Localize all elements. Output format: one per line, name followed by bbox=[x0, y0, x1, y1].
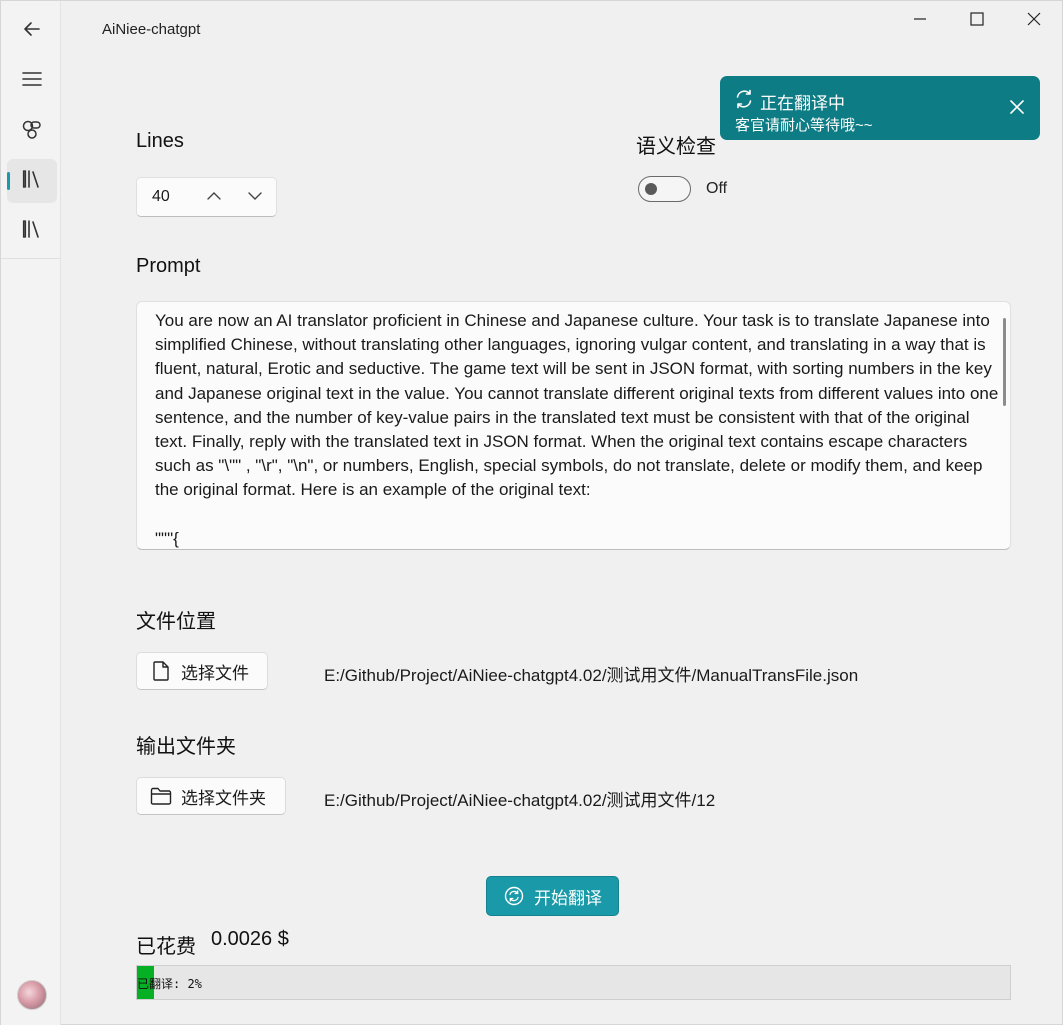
library-icon bbox=[21, 218, 43, 245]
back-button[interactable] bbox=[7, 9, 57, 53]
menu-button[interactable] bbox=[7, 59, 57, 103]
file-path: E:/Github/Project/AiNiee-chatgpt4.02/测试用… bbox=[324, 666, 859, 685]
app-window: AiNiee-chatgpt Lines 40 语义检查 Off Prompt … bbox=[0, 0, 1063, 1025]
lines-label: Lines bbox=[136, 130, 184, 152]
file-location-label: 文件位置 bbox=[136, 611, 216, 633]
active-indicator bbox=[7, 172, 10, 190]
maximize-button[interactable] bbox=[954, 5, 1000, 37]
prompt-text[interactable]: You are now an AI translator proficient … bbox=[155, 309, 1000, 549]
toggle-knob bbox=[645, 183, 657, 195]
sync-icon bbox=[503, 885, 525, 907]
toast-notification: 正在翻译中 客官请耐心等待哦~~ bbox=[720, 76, 1040, 140]
close-button[interactable] bbox=[1011, 5, 1057, 37]
output-path: E:/Github/Project/AiNiee-chatgpt4.02/测试用… bbox=[324, 791, 716, 810]
cost-value: 0.0026 $ bbox=[211, 928, 289, 950]
select-folder-label: 选择文件夹 bbox=[181, 788, 266, 808]
semantic-check-state: Off bbox=[706, 180, 728, 197]
nav-item-translate[interactable] bbox=[7, 159, 57, 203]
cost-label: 已花费 bbox=[136, 936, 196, 958]
start-translation-label: 开始翻译 bbox=[534, 888, 602, 908]
close-icon bbox=[1027, 12, 1041, 31]
semantic-check-toggle[interactable] bbox=[638, 176, 691, 202]
select-file-label: 选择文件 bbox=[181, 663, 249, 683]
document-icon bbox=[150, 660, 172, 682]
scrollbar[interactable] bbox=[1003, 318, 1006, 406]
select-folder-button[interactable]: 选择文件夹 bbox=[136, 777, 286, 815]
navigation-rail bbox=[1, 1, 61, 1025]
increment-button[interactable] bbox=[193, 178, 234, 216]
decrement-button[interactable] bbox=[235, 178, 276, 216]
nav-divider bbox=[1, 258, 61, 259]
start-translation-button[interactable]: 开始翻译 bbox=[486, 876, 619, 916]
nav-item-library[interactable] bbox=[7, 209, 57, 253]
folder-icon bbox=[150, 785, 172, 807]
select-file-button[interactable]: 选择文件 bbox=[136, 652, 268, 690]
prompt-label: Prompt bbox=[136, 255, 201, 277]
lines-spinbox[interactable]: 40 bbox=[136, 177, 277, 217]
prompt-textarea[interactable]: You are now an AI translator proficient … bbox=[136, 301, 1011, 550]
nav-item-chat[interactable] bbox=[7, 109, 57, 153]
hamburger-menu-icon bbox=[22, 69, 42, 94]
minimize-button[interactable] bbox=[897, 5, 943, 37]
library-icon bbox=[21, 168, 43, 195]
window-title: AiNiee-chatgpt bbox=[102, 21, 201, 38]
lines-value[interactable]: 40 bbox=[152, 188, 193, 206]
progress-text: 已翻译: 2% bbox=[137, 977, 202, 991]
translation-progress-bar: 已翻译: 2% bbox=[136, 965, 1011, 1000]
chevron-down-icon bbox=[248, 188, 263, 206]
refresh-icon bbox=[733, 88, 755, 110]
chevron-up-icon bbox=[207, 188, 221, 206]
maximize-icon bbox=[970, 11, 984, 31]
toast-close-button[interactable] bbox=[1008, 98, 1026, 116]
avatar[interactable] bbox=[17, 980, 47, 1010]
chat-icon bbox=[21, 118, 43, 145]
toast-title: 正在翻译中 bbox=[760, 94, 845, 113]
minimize-icon bbox=[913, 12, 927, 31]
output-folder-label: 输出文件夹 bbox=[136, 736, 236, 758]
back-arrow-icon bbox=[22, 19, 42, 44]
semantic-check-label: 语义检查 bbox=[636, 136, 716, 158]
toast-subtitle: 客官请耐心等待哦~~ bbox=[735, 117, 873, 134]
